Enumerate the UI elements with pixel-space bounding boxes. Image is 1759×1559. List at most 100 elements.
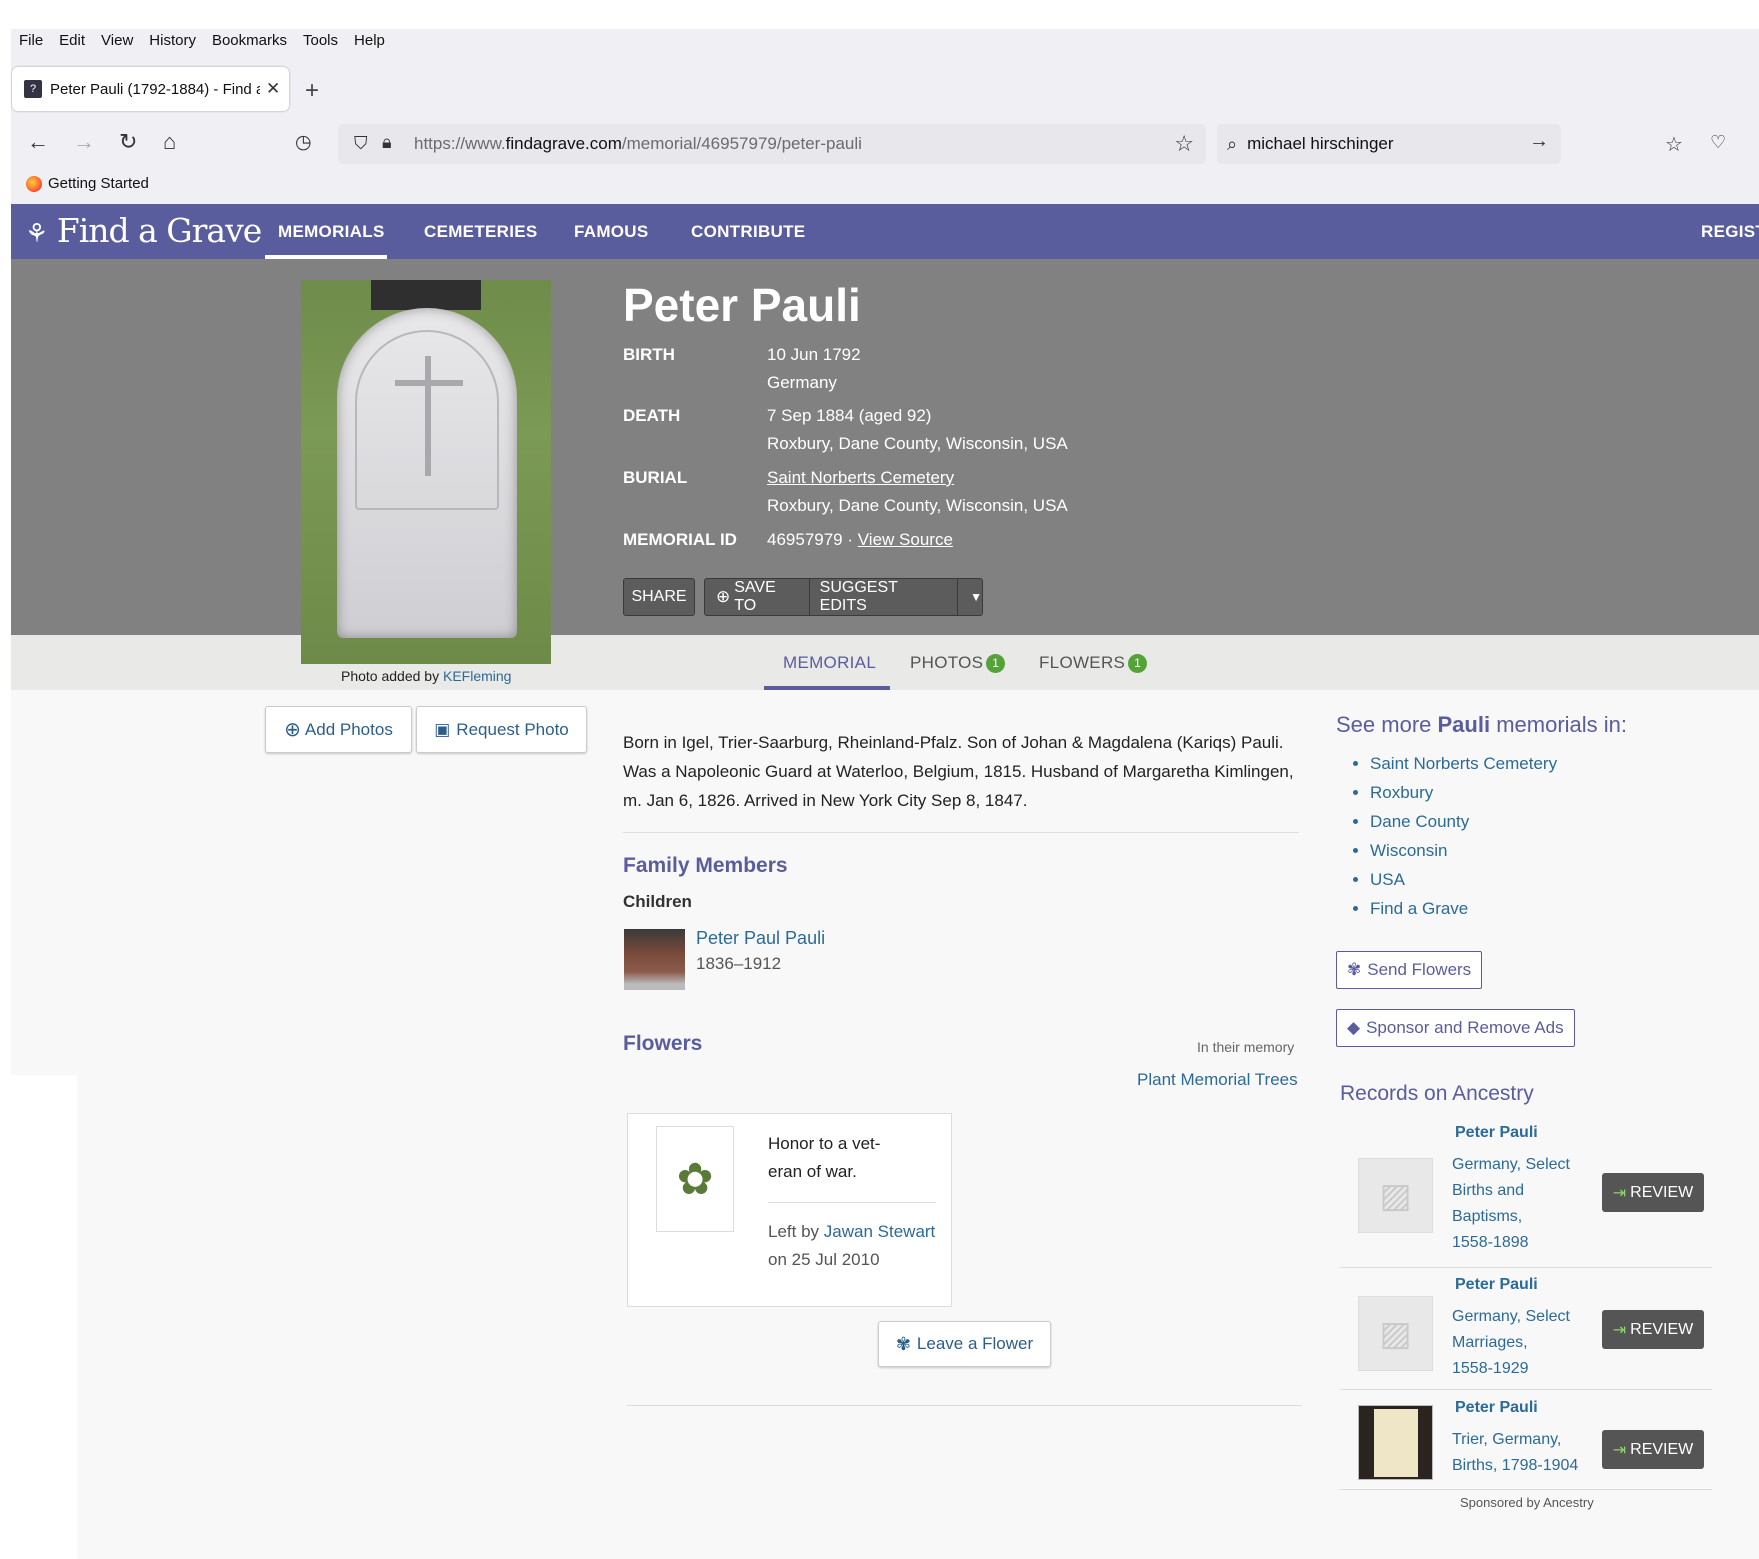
record-name-link[interactable]: Peter Pauli [1455,1399,1538,1417]
memorial-photo[interactable] [301,280,551,664]
forward-icon[interactable]: → [73,129,95,155]
add-photos-button[interactable]: ⊕ Add Photos [265,706,412,753]
see-more-link[interactable]: Saint Norberts Cemetery [1370,749,1557,778]
see-more-link-label: Roxbury [1370,783,1434,802]
photo-caption: Photo added by KEFleming [341,668,511,684]
send-flowers-button[interactable]: ✾ Send Flowers [1336,951,1483,989]
nav-memorials[interactable]: MEMORIALS [278,222,385,242]
camera-icon: ▣ [434,719,451,739]
photo-contributor-link[interactable]: KEFleming [443,668,511,684]
suggest-edits-button[interactable]: SUGGEST EDITS [820,579,944,615]
bookmarks-toolbar-item[interactable]: Getting Started [26,175,149,192]
menu-tools[interactable]: Tools [295,29,346,51]
menu-edit[interactable]: Edit [51,29,93,51]
see-more-link[interactable]: USA [1370,865,1557,894]
pocket-icon[interactable]: ♡ [1710,132,1726,153]
child-name-link[interactable]: Peter Paul Pauli [696,928,825,949]
history-icon[interactable]: ◷ [295,131,312,154]
url-bar[interactable]: ⛉ 🔒︎ https://www. findagrave.com/memorial… [338,124,1206,164]
review-button[interactable]: ⇥ REVIEW [1602,1430,1704,1469]
divider [768,1202,936,1203]
memorial-id-label: MEMORIAL ID [623,530,737,549]
children-label: Children [623,892,692,911]
sponsor-button[interactable]: ◆ Sponsor and Remove Ads [1336,1009,1575,1047]
record-description-link[interactable]: Germany, Select Births and Baptisms, 155… [1452,1152,1570,1256]
site-logo[interactable]: ⚘ Find a Grave [25,211,262,250]
view-source-link[interactable]: View Source [858,530,953,549]
tab-photos[interactable]: PHOTOS 1 [910,653,1006,673]
record-line: Germany, Select [1452,1308,1570,1325]
child-photo[interactable] [624,929,685,990]
leave-flower-button[interactable]: ✾ Leave a Flower [878,1321,1051,1367]
nav-cemeteries[interactable]: CEMETERIES [424,222,538,242]
record-name-link[interactable]: Peter Pauli [1455,1124,1538,1142]
reload-icon[interactable]: ↻ [119,129,137,155]
review-button[interactable]: ⇥ REVIEW [1602,1173,1704,1212]
chevron-down-icon[interactable]: ▼ [970,590,982,604]
see-more-link[interactable]: Wisconsin [1370,836,1557,865]
review-button[interactable]: ⇥ REVIEW [1602,1310,1704,1349]
search-input[interactable]: michael hirschinger [1247,134,1393,154]
memorial-tabs-bar [11,635,1759,690]
record-name-link[interactable]: Peter Pauli [1455,1276,1538,1294]
flower-image[interactable]: ✿ [656,1126,734,1232]
photos-count-badge: 1 [986,654,1006,673]
in-memory-label: In their memory [1197,1039,1295,1055]
menu-view[interactable]: View [93,29,141,51]
menu-file[interactable]: File [11,29,51,51]
record-placeholder-image: ▨ [1358,1296,1433,1371]
lock-icon[interactable]: 🔒︎ [382,132,392,153]
browser-tab[interactable]: ? Peter Pauli (1792-1884) - Find a ✕ [12,67,289,111]
see-more-link-label: Find a Grave [1370,899,1469,918]
see-more-link[interactable]: Dane County [1370,807,1557,836]
flower-author-link[interactable]: Jawan Stewart [824,1222,936,1241]
tab-memorial[interactable]: MEMORIAL [783,653,876,673]
birth-info: 10 Jun 1792 Germany [767,341,861,397]
record-placeholder-image: ▨ [1358,1158,1433,1233]
tab-flowers[interactable]: FLOWERS 1 [1039,653,1148,673]
page-margin [11,690,77,1075]
home-icon[interactable]: ⌂ [163,129,176,155]
search-go-icon[interactable]: → [1529,130,1549,153]
record-description-link[interactable]: Germany, Select Marriages, 1558-1929 [1452,1304,1570,1382]
menu-bookmarks[interactable]: Bookmarks [204,29,295,51]
menu-history[interactable]: History [141,29,204,51]
search-bar[interactable]: ⌕ michael hirschinger → [1217,124,1561,164]
new-tab-icon[interactable]: + [305,77,319,105]
save-to-button[interactable]: SAVE TO [734,579,798,615]
record-document-image [1358,1405,1433,1480]
memorial-id-row: 46957979 · View Source [767,526,953,554]
record-description-link[interactable]: Trier, Germany, Births, 1798-1904 [1452,1427,1578,1479]
close-tab-icon[interactable]: ✕ [266,79,280,99]
request-photo-button[interactable]: ▣ Request Photo [416,706,587,753]
bookmark-star-icon[interactable]: ☆ [1174,131,1194,157]
burial-cemetery-link[interactable]: Saint Norberts Cemetery [767,468,954,487]
menu-help[interactable]: Help [346,29,393,51]
back-icon[interactable]: ← [27,129,49,155]
share-button[interactable]: SHARE [623,578,695,616]
see-more-prefix: See more [1336,712,1438,737]
nav-contribute[interactable]: CONTRIBUTE [691,222,805,242]
library-icon[interactable]: ☆ [1665,132,1683,157]
sponsor-label: Sponsor and Remove Ads [1366,1018,1564,1037]
url-prefix: https://www. [414,134,506,153]
divider [623,832,1299,833]
see-more-link-label: Wisconsin [1370,841,1448,860]
burial-label: BURIAL [623,468,688,487]
ancestry-record: Peter Pauli Trier, Germany, Births, 1798… [1340,1397,1712,1489]
see-more-link[interactable]: Find a Grave [1370,894,1557,923]
plant-memorial-trees-link[interactable]: Plant Memorial Trees [1137,1070,1298,1090]
shield-icon[interactable]: ⛉ [354,133,368,154]
add-photos-label: Add Photos [304,719,393,739]
review-icon: ⇥ [1612,1441,1627,1459]
divider [1340,1389,1712,1390]
record-line: Marriages, [1452,1334,1528,1351]
record-line: 1558-1898 [1452,1234,1529,1251]
nav-famous[interactable]: FAMOUS [574,222,649,242]
nav-register[interactable]: REGIST [1701,222,1759,242]
url-path: /memorial/46957979/peter-pauli [621,134,862,153]
see-more-link-label: USA [1370,870,1405,889]
flower-card: ✿ Honor to a vet- eran of war. Left by J… [627,1113,952,1307]
see-more-link[interactable]: Roxbury [1370,778,1557,807]
flower-icon: ✾ [1347,960,1362,979]
